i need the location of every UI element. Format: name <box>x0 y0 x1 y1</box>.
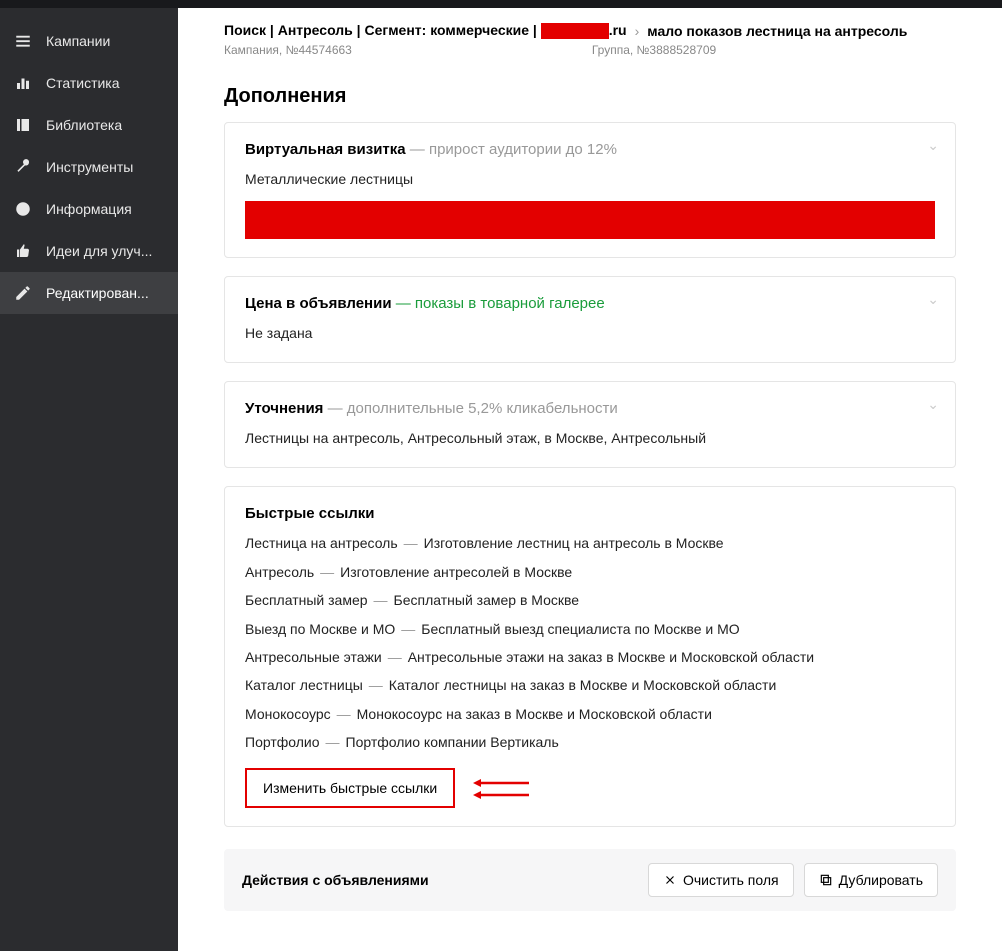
sitelink-desc: Портфолио компании Вертикаль <box>346 731 559 753</box>
sitelink-row: Каталог лестницы — Каталог лестницы на з… <box>245 674 935 696</box>
wrench-icon <box>14 158 32 176</box>
topbar <box>0 0 1002 8</box>
sitelink-row: Выезд по Москве и МО — Бесплатный выезд … <box>245 618 935 640</box>
card-body: Лестница на антресоль — Изготовление лес… <box>245 532 935 753</box>
sidebar-item-label: Кампании <box>46 33 110 49</box>
sitelink-name: Портфолио <box>245 731 320 753</box>
sitelink-desc: Бесплатный выезд специалиста по Москве и… <box>421 618 739 640</box>
sitelink-name: Выезд по Москве и МО <box>245 618 395 640</box>
sidebar-item-label: Библиотека <box>46 117 122 133</box>
actions-label: Действия с объявлениями <box>242 872 638 888</box>
sitelink-name: Лестница на антресоль <box>245 532 398 554</box>
sitelink-row: Антресольные этажи — Антресольные этажи … <box>245 646 935 668</box>
card-title: Виртуальная визитка — прирост аудитории … <box>245 141 935 158</box>
sitelink-row: Монокосоурс — Монокосоурс на заказ в Мос… <box>245 703 935 725</box>
dash: — <box>326 731 340 753</box>
main-content: Поиск | Антресоль | Сегмент: коммерчески… <box>178 8 1002 951</box>
sitelink-row: Портфолио — Портфолио компании Вертикаль <box>245 731 935 753</box>
sitelink-name: Антресоль <box>245 561 314 583</box>
dash: — <box>401 618 415 640</box>
card-body: Металлические лестницы <box>245 168 935 190</box>
card-title: Быстрые ссылки <box>245 505 935 522</box>
sidebar-item-library[interactable]: Библиотека <box>0 104 178 146</box>
actions-bar: Действия с объявлениями Очистить поля Ду… <box>224 849 956 911</box>
sidebar-item-label: Идеи для улуч... <box>46 243 152 259</box>
sidebar-item-label: Инструменты <box>46 159 133 175</box>
dash: — <box>369 674 383 696</box>
breadcrumb: Поиск | Антресоль | Сегмент: коммерчески… <box>178 8 1002 43</box>
sitelink-desc: Бесплатный замер в Москве <box>394 589 580 611</box>
sidebar-item-edit[interactable]: Редактирован... <box>0 272 178 314</box>
arrow-annotation <box>473 779 529 799</box>
info-icon <box>14 200 32 218</box>
chevron-down-icon[interactable]: ⌄ <box>927 396 939 413</box>
sitelink-name: Монокосоурс <box>245 703 331 725</box>
copy-icon <box>819 873 833 887</box>
duplicate-button[interactable]: Дублировать <box>804 863 938 897</box>
sidebar-item-ideas[interactable]: Идеи для улуч... <box>0 230 178 272</box>
card-body: Лестницы на антресоль, Антресольный этаж… <box>245 427 935 449</box>
sitelink-row: Лестница на антресоль — Изготовление лес… <box>245 532 935 554</box>
sidebar-item-label: Информация <box>46 201 132 217</box>
chevron-down-icon[interactable]: ⌄ <box>927 291 939 308</box>
breadcrumb-campaign[interactable]: Поиск | Антресоль | Сегмент: коммерчески… <box>224 22 627 39</box>
card-sitelinks: Быстрые ссылки Лестница на антресоль — И… <box>224 486 956 826</box>
breadcrumb-group[interactable]: мало показов лестница на антресоль <box>647 23 907 39</box>
thumbs-up-icon <box>14 242 32 260</box>
library-icon <box>14 116 32 134</box>
sitelink-row: Бесплатный замер — Бесплатный замер в Мо… <box>245 589 935 611</box>
sidebar-item-label: Статистика <box>46 75 120 91</box>
sidebar: Кампании Статистика Библиотека Инструмен… <box>0 8 178 951</box>
sitelink-desc: Монокосоурс на заказ в Москве и Московск… <box>357 703 712 725</box>
clear-fields-button[interactable]: Очистить поля <box>648 863 794 897</box>
close-icon <box>663 873 677 887</box>
dash: — <box>404 532 418 554</box>
sitelink-name: Бесплатный замер <box>245 589 368 611</box>
sitelink-name: Антресольные этажи <box>245 646 382 668</box>
card-title: Цена в объявлении — показы в товарной га… <box>245 295 935 312</box>
section-title: Дополнения <box>224 85 956 108</box>
sitelink-row: Антресоль — Изготовление антресолей в Мо… <box>245 561 935 583</box>
sitelink-desc: Изготовление антресолей в Москве <box>340 561 572 583</box>
breadcrumb-sub: Кампания, №44574663 Группа, №3888528709 <box>178 43 1002 67</box>
card-callouts[interactable]: ⌄ Уточнения — дополнительные 5,2% кликаб… <box>224 381 956 468</box>
campaign-id: Кампания, №44574663 <box>224 43 352 57</box>
card-title: Уточнения — дополнительные 5,2% кликабел… <box>245 400 935 417</box>
group-id: Группа, №3888528709 <box>592 43 716 57</box>
sitelink-desc: Каталог лестницы на заказ в Москве и Мос… <box>389 674 776 696</box>
edit-sitelinks-button[interactable]: Изменить быстрые ссылки <box>245 768 455 808</box>
sitelink-name: Каталог лестницы <box>245 674 363 696</box>
chevron-right-icon: › <box>635 23 640 39</box>
card-virtual-card[interactable]: ⌄ Виртуальная визитка — прирост аудитори… <box>224 122 956 257</box>
menu-icon <box>14 32 32 50</box>
card-body: Не задана <box>245 322 935 344</box>
pencil-icon <box>14 284 32 302</box>
sidebar-item-label: Редактирован... <box>46 285 149 301</box>
dash: — <box>320 561 334 583</box>
sidebar-item-info[interactable]: Информация <box>0 188 178 230</box>
sitelink-desc: Антресольные этажи на заказ в Москве и М… <box>408 646 814 668</box>
sidebar-item-tools[interactable]: Инструменты <box>0 146 178 188</box>
dash: — <box>374 589 388 611</box>
sidebar-item-campaigns[interactable]: Кампании <box>0 20 178 62</box>
redacted-block <box>541 23 609 39</box>
bar-chart-icon <box>14 74 32 92</box>
sidebar-item-stats[interactable]: Статистика <box>0 62 178 104</box>
card-price[interactable]: ⌄ Цена в объявлении — показы в товарной … <box>224 276 956 363</box>
sitelink-desc: Изготовление лестниц на антресоль в Моск… <box>424 532 724 554</box>
dash: — <box>388 646 402 668</box>
dash: — <box>337 703 351 725</box>
redacted-block <box>245 201 935 239</box>
chevron-down-icon[interactable]: ⌄ <box>927 137 939 154</box>
